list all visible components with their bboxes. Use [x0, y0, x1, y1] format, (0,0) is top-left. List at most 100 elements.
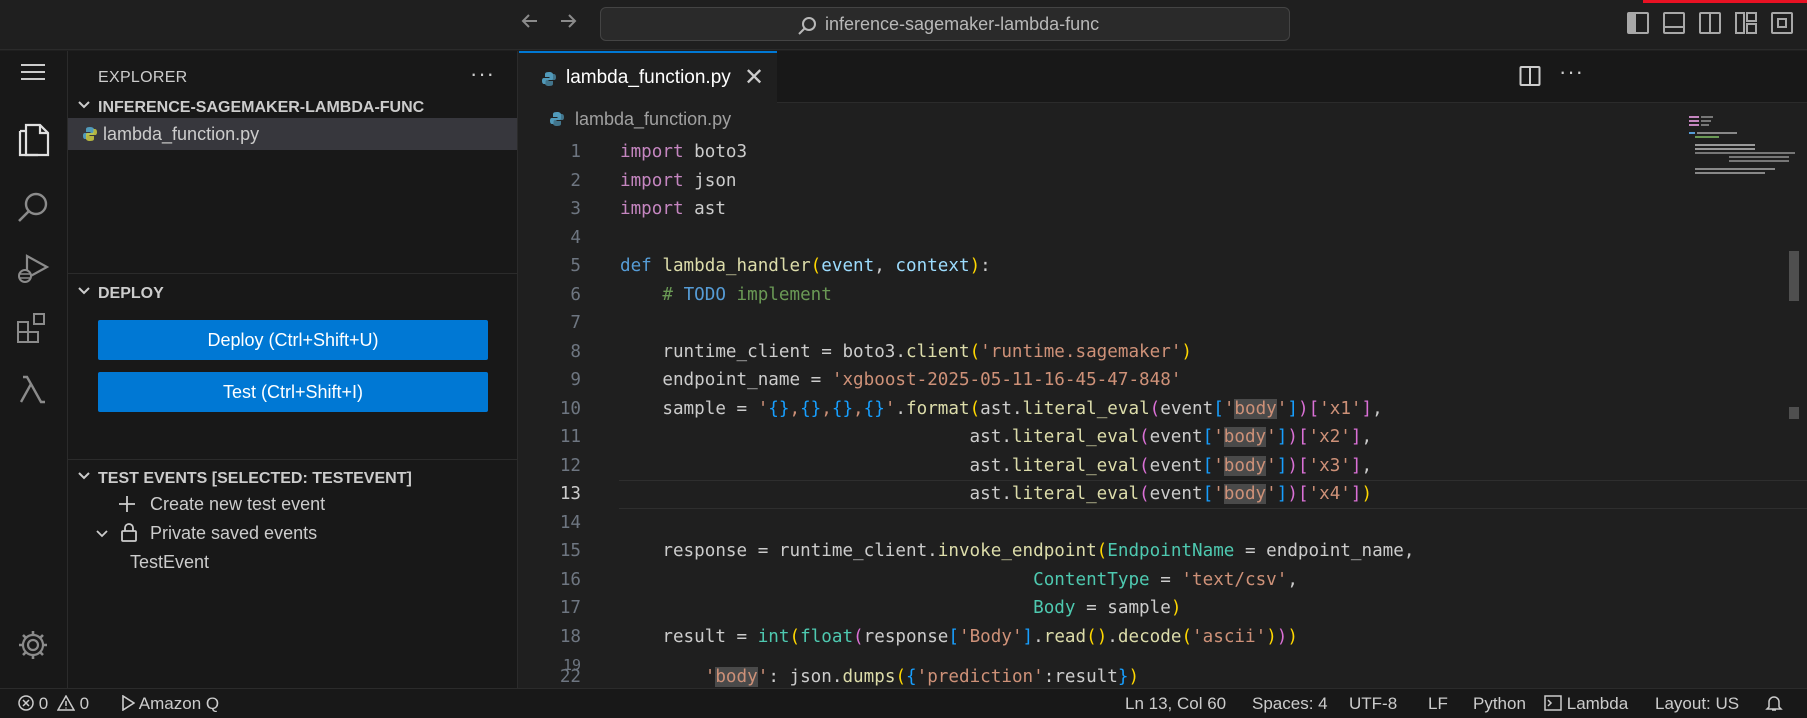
terminal-icon — [1544, 695, 1562, 711]
line-number: 14 — [559, 512, 581, 533]
chevron-down-icon — [78, 101, 90, 109]
tab-bar: lambda_function.py ✕ ··· — [519, 51, 1807, 103]
language-mode[interactable]: Python — [1473, 694, 1526, 714]
test-event-label: TestEvent — [130, 552, 210, 572]
python-file-icon — [541, 71, 557, 87]
notifications-bell-icon[interactable] — [1765, 694, 1783, 717]
encoding-status[interactable]: UTF-8 — [1349, 694, 1397, 714]
section-divider — [68, 459, 518, 460]
folder-name: INFERENCE-SAGEMAKER-LAMBDA-FUNC — [98, 99, 425, 116]
code-line: ast.literal_eval(event['body'])['x3'], — [620, 455, 1373, 476]
deploy-section-label: DEPLOY — [98, 285, 164, 302]
keyboard-layout[interactable]: Layout: US — [1655, 694, 1739, 714]
line-number: 18 — [559, 626, 581, 647]
vertical-scrollbar-thumb[interactable] — [1789, 251, 1799, 301]
play-icon — [122, 694, 136, 712]
deploy-button[interactable]: Deploy (Ctrl+Shift+U) — [98, 320, 488, 360]
code-line: ContentType = 'text/csv', — [1033, 569, 1298, 590]
line-number: 6 — [570, 284, 581, 305]
run-and-debug-icon[interactable] — [12, 247, 54, 289]
warning-icon — [56, 694, 76, 711]
private-events-label: Private saved events — [150, 523, 318, 543]
customize-layout-icon[interactable] — [1735, 12, 1757, 34]
title-bar: inference-sagemaker-lambda-func — [0, 0, 1807, 50]
line-number: 1 — [570, 142, 581, 162]
code-line: ast.literal_eval(event['body'])['x2'], — [620, 427, 1373, 447]
settings-gear-icon[interactable] — [12, 624, 54, 666]
maximize-icon[interactable] — [1771, 12, 1793, 34]
error-count: 0 — [38, 694, 49, 713]
arrow-left-icon[interactable] — [516, 10, 544, 38]
amazon-q-status[interactable]: Amazon Q — [121, 694, 219, 714]
breadcrumb[interactable]: lambda_function.py — [549, 109, 731, 130]
line-number: 16 — [559, 569, 581, 590]
editor-more-actions-icon[interactable]: ··· — [1559, 59, 1584, 85]
line-number: 17 — [559, 598, 581, 618]
split-editor-icon[interactable] — [1519, 65, 1541, 93]
arrow-right-icon[interactable] — [554, 10, 582, 38]
deploy-section-header[interactable]: DEPLOY — [68, 279, 518, 309]
lambda-icon[interactable] — [12, 369, 54, 411]
eol-status[interactable]: LF — [1428, 694, 1448, 714]
line-number: 10 — [559, 398, 581, 419]
code-line: import boto3 — [620, 142, 748, 162]
toggle-secondary-sidebar-icon[interactable] — [1699, 12, 1721, 34]
chevron-down-icon — [78, 472, 90, 480]
extensions-icon[interactable] — [12, 307, 54, 349]
line-number: 9 — [570, 370, 581, 390]
error-icon — [18, 695, 34, 711]
section-divider — [68, 273, 518, 274]
more-actions-icon[interactable]: ··· — [470, 61, 495, 87]
python-file-icon — [82, 126, 98, 142]
explorer-icon[interactable] — [12, 117, 54, 159]
search-icon — [798, 17, 816, 35]
code-line: def lambda_handler(event, context): — [620, 256, 991, 276]
line-number: 12 — [559, 455, 581, 476]
amazon-q-label: Amazon Q — [138, 694, 220, 713]
command-center-search[interactable]: inference-sagemaker-lambda-func — [600, 7, 1290, 41]
line-number: 7 — [570, 313, 581, 333]
file-item-lambda-function[interactable]: lambda_function.py — [68, 118, 517, 150]
cursor-position[interactable]: Ln 13, Col 60 — [1125, 694, 1226, 714]
tab-label: lambda_function.py — [566, 67, 731, 88]
line-number: 13 — [559, 484, 581, 504]
tab-lambda-function[interactable]: lambda_function.py ✕ — [519, 51, 777, 103]
activity-bar — [0, 51, 68, 688]
code-line: import json — [620, 170, 737, 191]
private-saved-events-item[interactable]: Private saved events — [68, 517, 517, 549]
line-number: 3 — [570, 199, 581, 219]
code-line: import ast — [620, 199, 726, 219]
code-line: runtime_client = boto3.client('runtime.s… — [620, 341, 1193, 362]
code-line: # TODO implement — [662, 284, 832, 305]
chevron-down-icon — [78, 287, 90, 295]
code-line: Body = sample) — [1033, 598, 1182, 618]
sidebar: EXPLORER ··· INFERENCE-SAGEMAKER-LAMBDA-… — [68, 51, 518, 688]
line-number: 5 — [570, 256, 581, 276]
lambda-status[interactable]: Lambda — [1544, 694, 1628, 714]
line-number: 15 — [559, 541, 581, 561]
lock-icon — [121, 523, 137, 542]
test-button[interactable]: Test (Ctrl+Shift+I) — [98, 372, 488, 412]
indentation-status[interactable]: Spaces: 4 — [1252, 694, 1328, 714]
close-icon[interactable]: ✕ — [744, 63, 764, 92]
window-accent-strip — [1643, 0, 1807, 3]
code-line: result = int(float(response['Body'].read… — [620, 626, 1298, 647]
toggle-panel-icon[interactable] — [1663, 12, 1685, 34]
code-line: ast.literal_eval(event['body'])['x4']) — [620, 484, 1373, 504]
toggle-primary-sidebar-icon[interactable] — [1627, 12, 1649, 34]
line-number: 8 — [570, 341, 581, 362]
status-bar: 0 0 Amazon Q Ln 13, Col 60 Spaces: 4 UTF… — [0, 688, 1807, 718]
code-editor[interactable]: 1 import boto3 2 import json 3 import ast 4… — [519, 138, 1807, 692]
create-test-event-item[interactable]: Create new test event — [68, 488, 517, 520]
chevron-down-icon — [96, 530, 108, 538]
problems-indicator[interactable]: 0 0 — [18, 694, 89, 714]
layout-controls — [1627, 12, 1793, 34]
file-name: lambda_function.py — [103, 124, 260, 144]
test-event-item[interactable]: TestEvent — [68, 546, 517, 578]
code-line: response = runtime_client.invoke_endpoin… — [620, 541, 1415, 561]
python-file-icon — [549, 111, 565, 127]
search-icon[interactable] — [12, 187, 54, 229]
minimap[interactable] — [1689, 116, 1799, 176]
menu-icon[interactable] — [12, 51, 54, 93]
create-event-label: Create new test event — [150, 494, 326, 514]
